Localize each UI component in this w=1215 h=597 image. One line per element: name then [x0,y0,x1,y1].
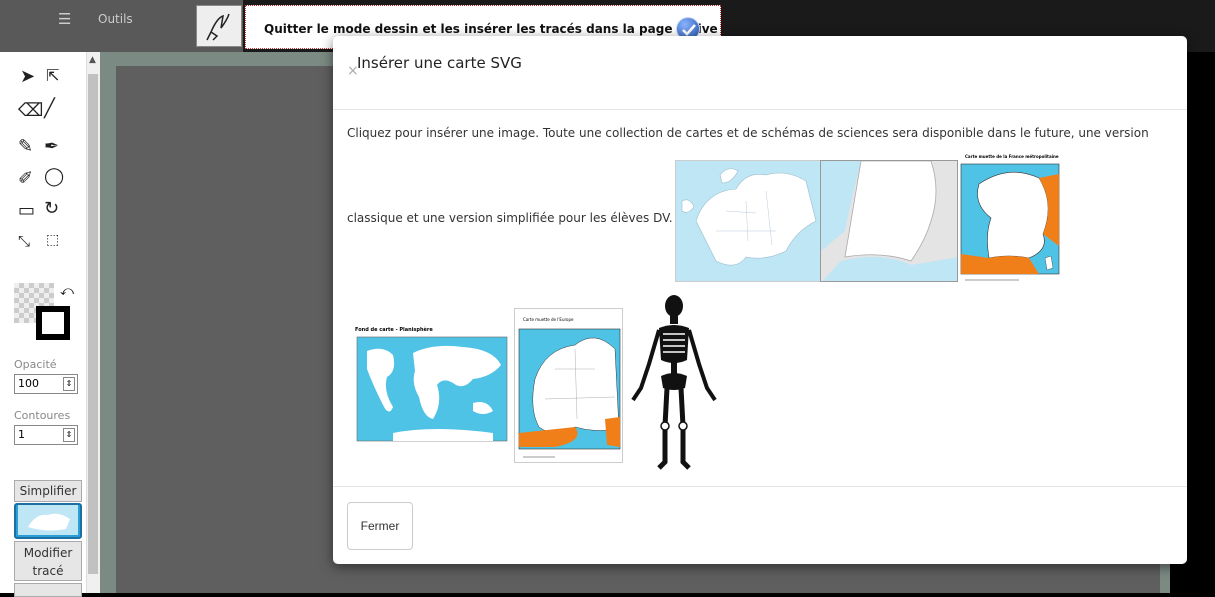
contours-spinner-icon[interactable]: ⇕ [63,428,75,442]
simplify-button[interactable]: Simplifier [14,480,82,502]
world-map-thumbnail[interactable]: Fond de carte - Planisphère [353,321,509,443]
header-divider [333,109,1187,110]
europe-colored-map-image [518,328,621,458]
modify-label-1: Modifier [23,546,73,560]
europe-colored-map-thumbnail[interactable]: Carte muette de l'Europe [514,308,623,463]
contours-value: 1 [18,428,25,441]
skeleton-icon [631,295,717,470]
skeleton-diagram-thumbnail[interactable] [625,294,723,472]
stroke-color-swatch[interactable] [36,306,70,340]
pencil-icon[interactable]: ✎ [18,136,33,157]
menu-icon[interactable]: ☰ [58,10,71,28]
scroll-up-icon[interactable]: ▲ [89,55,96,65]
rectangle-icon[interactable]: ▭ [18,200,35,221]
description-line-1: Cliquez pour insérer une image. Toute un… [347,126,1149,140]
world-map-image [356,336,508,442]
tools-label: Outils [98,12,133,26]
resize-icon[interactable]: ⤡ [18,232,30,250]
europe-map-icon [18,505,78,535]
pen-icon[interactable]: ✒ [44,136,59,157]
description-line-2: classique et une version simplifiée pour… [347,211,673,225]
contours-label: Contoures [14,409,71,422]
banner-text: Quitter le mode dessin et les insérer le… [264,22,718,36]
line-icon[interactable]: ╱ [44,98,55,119]
opacity-value: 100 [18,377,39,390]
selection-marquee-icon[interactable]: ⬚ [46,232,59,248]
modal-title: Insérer une carte SVG [357,54,522,72]
opacity-label: Opacité [14,358,57,371]
modify-path-button[interactable]: Modifier tracé [14,541,82,581]
footer-divider [333,486,1187,487]
insert-svg-map-modal: × Insérer une carte SVG Cliquez pour ins… [333,36,1187,564]
ellipse-icon[interactable]: ◯ [44,166,64,187]
france-colored-map-thumbnail[interactable]: Carte muette de la France métropolitaine [959,154,1061,284]
eraser-icon[interactable]: ⌫ [18,100,43,121]
opacity-spinner-icon[interactable]: ⇕ [63,377,75,391]
map-image-button[interactable] [14,503,82,539]
europe-light-map-image [681,168,817,266]
contours-input[interactable]: 1 ⇕ [14,425,78,445]
europe-light-map-thumbnail[interactable] [675,160,821,282]
swap-colors-icon[interactable]: ⤺ [60,284,74,299]
opacity-input[interactable]: 100 ⇕ [14,374,78,394]
direct-select-icon[interactable]: ⇱ [46,66,59,85]
scrollbar-thumb[interactable] [88,74,98,574]
eyedropper-icon[interactable]: ✐ [18,168,33,189]
close-button[interactable]: Fermer [347,502,413,550]
hand-drawing-icon [206,13,230,41]
draw-mode-button[interactable] [196,5,242,47]
select-arrow-icon[interactable]: ➤ [20,66,35,87]
modify-label-2: tracé [32,564,64,578]
france-light-map-image [821,161,957,281]
next-tool-button[interactable] [14,583,82,597]
france-light-map-thumbnail[interactable] [820,160,958,282]
rotate-icon[interactable]: ↻ [44,198,59,219]
france-colored-map-image [960,163,1060,281]
